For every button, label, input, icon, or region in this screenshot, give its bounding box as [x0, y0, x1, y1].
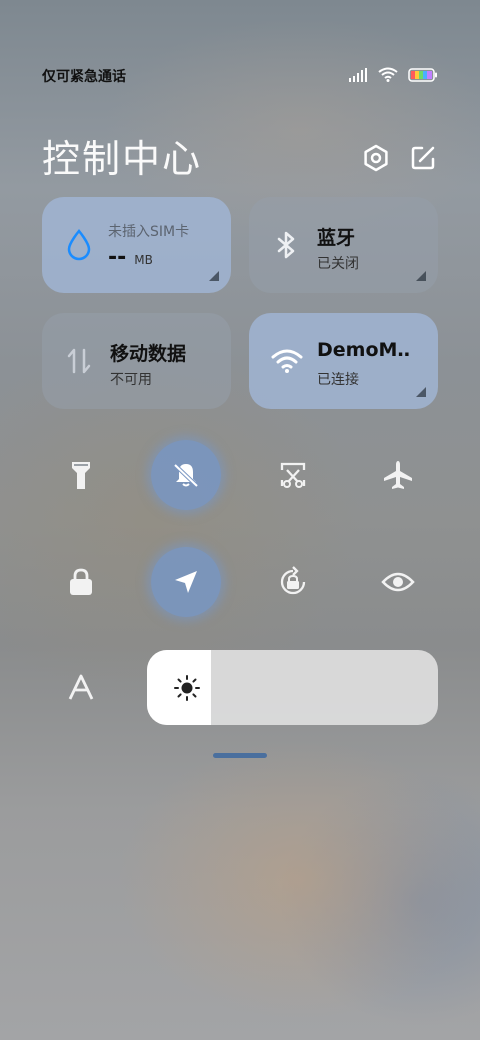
- data-usage-readout: -- MB: [108, 245, 153, 270]
- mute-toggle[interactable]: [151, 440, 221, 510]
- status-bar: 仅可紧急通话: [42, 66, 438, 88]
- settings-icon[interactable]: [361, 143, 391, 173]
- bell-off-icon: [173, 463, 199, 488]
- data-usage-value: --: [108, 245, 127, 270]
- bluetooth-tile[interactable]: 蓝牙 已关闭: [249, 197, 438, 293]
- expand-corner: [416, 271, 426, 281]
- rotate-lock-icon: [280, 566, 306, 595]
- airplane-icon: [384, 461, 412, 489]
- mobile-data-icon: [64, 346, 94, 376]
- flashlight-toggle[interactable]: [46, 440, 116, 510]
- location-arrow-icon: [175, 571, 197, 593]
- auto-brightness-toggle[interactable]: [46, 652, 116, 722]
- wifi-status: 已连接: [317, 372, 359, 388]
- status-icons: [348, 67, 438, 82]
- expand-corner: [416, 387, 426, 397]
- page-title: 控制中心: [42, 137, 203, 181]
- wifi-tile[interactable]: DemoM‥ 已连接: [249, 313, 438, 409]
- bluetooth-title: 蓝牙: [317, 227, 356, 249]
- water-drop-icon: [64, 229, 94, 261]
- location-toggle[interactable]: [151, 547, 221, 617]
- scissors-icon: [280, 462, 306, 488]
- mobile-data-title: 移动数据: [110, 343, 187, 365]
- carrier-status: 仅可紧急通话: [42, 69, 126, 85]
- auto-rotate-toggle[interactable]: [258, 547, 328, 617]
- eye-icon: [381, 572, 415, 592]
- mobile-data-status: 不可用: [110, 372, 152, 388]
- wifi-status-icon: [378, 67, 398, 82]
- mobile-data-tile[interactable]: 移动数据 不可用: [42, 313, 231, 409]
- edit-icon[interactable]: [408, 143, 438, 173]
- signal-icon: [349, 67, 367, 82]
- bluetooth-status: 已关闭: [317, 256, 359, 272]
- data-usage-subtitle: 未插入SIM卡: [108, 224, 190, 240]
- font-a-icon: [68, 674, 94, 700]
- expand-corner: [209, 271, 219, 281]
- screenshot-toggle[interactable]: [258, 440, 328, 510]
- data-usage-unit: MB: [134, 253, 153, 267]
- flashlight-icon: [72, 462, 90, 489]
- lock-screen-toggle[interactable]: [46, 547, 116, 617]
- data-usage-tile[interactable]: 未插入SIM卡 -- MB: [42, 197, 231, 293]
- battery-icon: [408, 67, 437, 82]
- reading-mode-toggle[interactable]: [363, 547, 433, 617]
- wifi-network-name: DemoM‥: [317, 339, 411, 361]
- wifi-icon: [271, 346, 303, 376]
- bluetooth-icon: [271, 230, 301, 260]
- sun-icon: [174, 675, 200, 701]
- brightness-slider[interactable]: [147, 650, 438, 725]
- drag-handle[interactable]: [213, 753, 267, 758]
- airplane-mode-toggle[interactable]: [363, 440, 433, 510]
- lock-icon: [70, 568, 92, 595]
